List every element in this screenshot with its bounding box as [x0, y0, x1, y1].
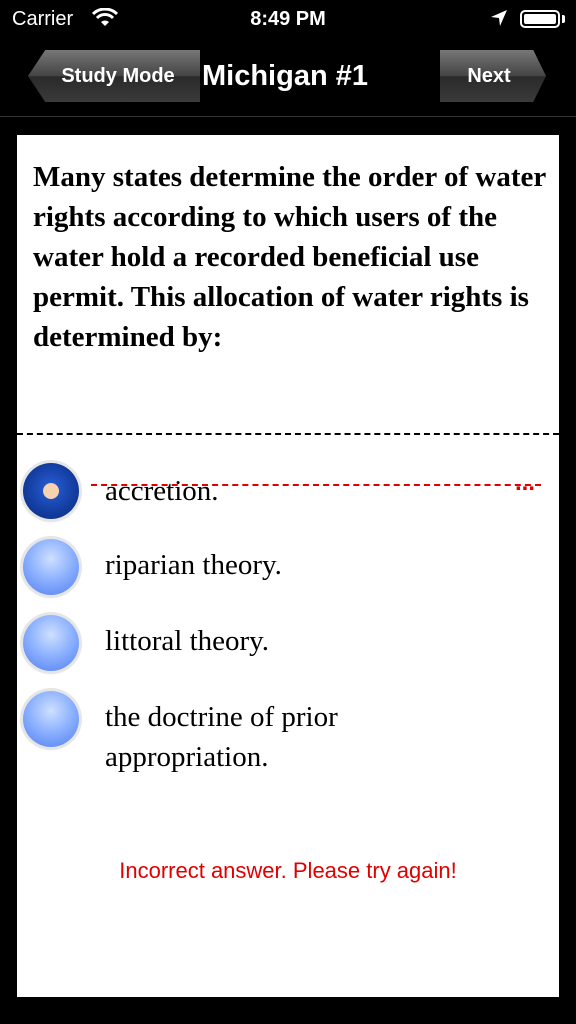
next-button[interactable]: Next [440, 50, 546, 102]
question-text: Many states determine the order of water… [33, 161, 546, 353]
answer-label: accretion. [105, 475, 219, 507]
truncation-marker: ... [515, 469, 536, 496]
radio-button[interactable] [23, 691, 79, 747]
navigation-bar: Study Mode Michigan #1 Next [0, 40, 576, 117]
page-title: Michigan #1 [202, 60, 368, 92]
radio-button[interactable] [23, 615, 79, 671]
battery-icon [520, 10, 560, 28]
dashed-divider [17, 433, 559, 435]
study-mode-back-button[interactable]: Study Mode [28, 50, 200, 102]
question-card: Many states determine the order of water… [17, 135, 559, 997]
radio-button[interactable] [23, 539, 79, 595]
radio-button-selected[interactable] [23, 463, 79, 519]
feedback-message: Incorrect answer. Please try again! [119, 858, 457, 883]
answer-label: littoral theory. [105, 625, 270, 657]
location-arrow-icon [491, 10, 507, 26]
answer-label: riparian theory. [105, 549, 282, 581]
radio-dot [43, 483, 59, 499]
answer-label: the doctrine of prior appropriation. [105, 701, 338, 773]
status-bar: Carrier 8:49 PM [0, 0, 576, 40]
battery-tip [562, 15, 565, 23]
strikethrough-line [91, 484, 541, 486]
